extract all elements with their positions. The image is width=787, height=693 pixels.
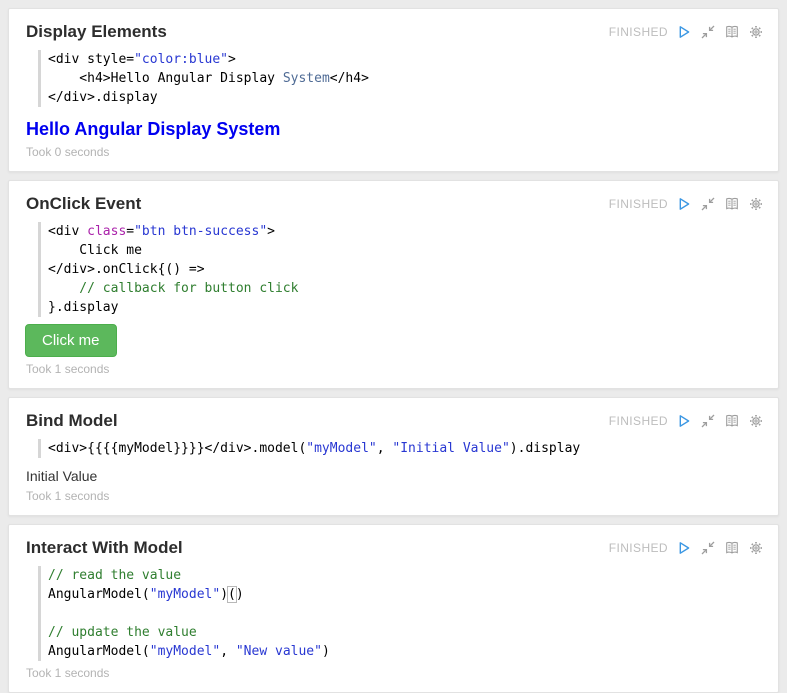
took-label: Took 1 seconds — [26, 362, 761, 376]
cell-title: OnClick Event — [26, 194, 141, 214]
run-cell-icon[interactable] — [676, 196, 692, 212]
run-cell-icon[interactable] — [676, 24, 692, 40]
code-line: // update the value — [48, 623, 758, 642]
cell-status-label: FINISHED — [609, 25, 668, 39]
code-editor[interactable]: // read the valueAngularModel("myModel")… — [38, 566, 758, 661]
cell-onclick-event: OnClick Event FINISHED <div class="btn b… — [8, 180, 779, 389]
code-line: </div>.display — [48, 88, 758, 107]
code-line: <div class="btn btn-success"> — [48, 222, 758, 241]
code-line: <div style="color:blue"> — [48, 50, 758, 69]
code-line: // callback for button click — [48, 279, 758, 298]
cell-title: Interact With Model — [26, 538, 183, 558]
cell-header: OnClick Event FINISHED — [9, 181, 778, 214]
run-cell-icon[interactable] — [676, 413, 692, 429]
code-line: Click me — [48, 241, 758, 260]
code-line — [48, 604, 758, 623]
took-label: Took 1 seconds — [26, 666, 761, 680]
cell-title: Display Elements — [26, 22, 167, 42]
code-editor[interactable]: <div style="color:blue"> <h4>Hello Angul… — [38, 50, 758, 107]
cell-status-label: FINISHED — [609, 197, 668, 211]
cell-toolbar: FINISHED — [609, 540, 764, 556]
collapse-cell-icon[interactable] — [700, 413, 716, 429]
gear-icon[interactable] — [748, 24, 764, 40]
open-book-icon[interactable] — [724, 196, 740, 212]
gear-icon[interactable] — [748, 540, 764, 556]
collapse-cell-icon[interactable] — [700, 196, 716, 212]
code-line: AngularModel("myModel")() — [48, 585, 758, 604]
collapse-cell-icon[interactable] — [700, 540, 716, 556]
cell-output-text: Initial Value — [26, 468, 761, 484]
cell-output-heading: Hello Angular Display System — [26, 119, 761, 140]
gear-icon[interactable] — [748, 196, 764, 212]
cell-status-label: FINISHED — [609, 414, 668, 428]
code-line: // read the value — [48, 566, 758, 585]
cell-interact-with-model: Interact With Model FINISHED // read the… — [8, 524, 779, 693]
cell-display-elements: Display Elements FINISHED <div style="co… — [8, 8, 779, 172]
code-line: <div>{{{{myModel}}}}</div>.model("myMode… — [48, 439, 758, 458]
cell-toolbar: FINISHED — [609, 24, 764, 40]
open-book-icon[interactable] — [724, 540, 740, 556]
open-book-icon[interactable] — [724, 413, 740, 429]
code-editor[interactable]: <div>{{{{myModel}}}}</div>.model("myMode… — [38, 439, 758, 458]
code-line: AngularModel("myModel", "New value") — [48, 642, 758, 661]
took-label: Took 0 seconds — [26, 145, 761, 159]
gear-icon[interactable] — [748, 413, 764, 429]
code-editor[interactable]: <div class="btn btn-success"> Click me</… — [38, 222, 758, 317]
code-line: </div>.onClick{() => — [48, 260, 758, 279]
run-cell-icon[interactable] — [676, 540, 692, 556]
code-line: }.display — [48, 298, 758, 317]
cell-toolbar: FINISHED — [609, 413, 764, 429]
code-line: <h4>Hello Angular Display System</h4> — [48, 69, 758, 88]
cell-header: Bind Model FINISHED — [9, 398, 778, 431]
click-me-button[interactable]: Click me — [25, 324, 117, 357]
open-book-icon[interactable] — [724, 24, 740, 40]
collapse-cell-icon[interactable] — [700, 24, 716, 40]
cell-status-label: FINISHED — [609, 541, 668, 555]
cell-header: Interact With Model FINISHED — [9, 525, 778, 558]
cell-bind-model: Bind Model FINISHED <div>{{{{myModel}}}}… — [8, 397, 779, 516]
cell-toolbar: FINISHED — [609, 196, 764, 212]
took-label: Took 1 seconds — [26, 489, 761, 503]
cell-title: Bind Model — [26, 411, 118, 431]
cell-header: Display Elements FINISHED — [9, 9, 778, 42]
